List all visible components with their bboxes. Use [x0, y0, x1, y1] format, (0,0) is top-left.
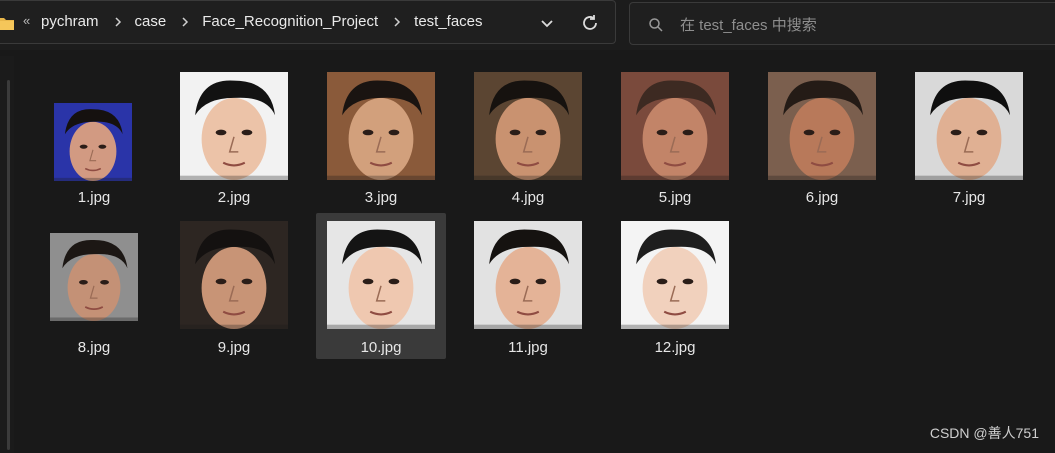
face-photo [50, 233, 138, 321]
file-explorer-window: « pychram case Face_Recognition_Project tes… [0, 0, 1055, 453]
breadcrumb: pychram case Face_Recognition_Project test_… [41, 13, 483, 30]
file-name-label: 11.jpg [508, 339, 548, 356]
chevron-right-icon[interactable] [392, 16, 402, 27]
file-grid: 1.jpg 2.jpg 3.jpg 4.jpg 5.jpg 6.jpg 7.jpg 8.jpg… [16, 56, 1055, 453]
address-bar[interactable]: « pychram case Face_Recognition_Project tes… [0, 0, 616, 44]
breadcrumb-item[interactable]: test_faces [414, 13, 482, 30]
face-photo [327, 221, 435, 329]
image-thumbnail [327, 72, 435, 180]
image-thumbnail [327, 221, 435, 329]
file-tile[interactable]: 3.jpg [316, 64, 446, 210]
file-name-label: 2.jpg [217, 189, 251, 206]
face-photo [915, 72, 1023, 180]
face-photo [621, 221, 729, 329]
file-tile[interactable]: 9.jpg [169, 213, 299, 359]
image-thumbnail [915, 72, 1023, 180]
image-thumbnail [50, 233, 138, 321]
image-thumbnail [621, 72, 729, 180]
face-photo [180, 221, 288, 329]
image-thumbnail [474, 221, 582, 329]
breadcrumb-item[interactable]: pychram [41, 13, 99, 30]
breadcrumb-item[interactable]: Face_Recognition_Project [202, 13, 378, 30]
address-dropdown-button[interactable] [537, 13, 557, 33]
image-thumbnail [54, 103, 132, 181]
file-name-label: 4.jpg [511, 189, 545, 206]
image-thumbnail [768, 72, 876, 180]
face-photo [474, 221, 582, 329]
file-name-label: 9.jpg [217, 339, 251, 356]
image-thumbnail [474, 72, 582, 180]
refresh-icon[interactable] [579, 12, 601, 34]
folder-icon [0, 18, 14, 30]
face-photo [474, 72, 582, 180]
navigation-scrollbar[interactable] [7, 80, 10, 450]
chevron-right-icon[interactable] [180, 16, 190, 27]
search-box[interactable] [629, 2, 1055, 45]
search-icon [649, 18, 663, 32]
search-input[interactable] [678, 12, 1042, 38]
face-photo [54, 103, 132, 181]
file-name-label: 7.jpg [952, 189, 986, 206]
image-thumbnail [180, 72, 288, 180]
file-tile[interactable]: 12.jpg [610, 213, 740, 359]
file-tile[interactable]: 1.jpg [29, 64, 159, 210]
file-tile[interactable]: 10.jpg [316, 213, 446, 359]
watermark: CSDN @善人751 [929, 425, 1039, 441]
file-tile[interactable]: 8.jpg [29, 213, 159, 359]
file-name-label: 6.jpg [805, 189, 839, 206]
file-name-label: 5.jpg [658, 189, 692, 206]
file-tile[interactable]: 7.jpg [904, 64, 1034, 210]
image-thumbnail [621, 221, 729, 329]
file-tile[interactable]: 2.jpg [169, 64, 299, 210]
face-photo [180, 72, 288, 180]
file-name-label: 3.jpg [364, 189, 398, 206]
breadcrumb-item[interactable]: case [135, 13, 167, 30]
file-name-label: 1.jpg [77, 189, 111, 206]
breadcrumb-overflow[interactable]: « [23, 13, 30, 28]
face-photo [621, 72, 729, 180]
file-name-label: 10.jpg [360, 339, 402, 356]
file-tile[interactable]: 6.jpg [757, 64, 887, 210]
chevron-right-icon[interactable] [113, 16, 123, 27]
toolbar: « pychram case Face_Recognition_Project tes… [0, 0, 1055, 50]
face-photo [768, 72, 876, 180]
file-tile[interactable]: 4.jpg [463, 64, 593, 210]
file-name-label: 12.jpg [654, 339, 696, 356]
file-name-label: 8.jpg [77, 339, 111, 356]
file-tile[interactable]: 11.jpg [463, 213, 593, 359]
face-photo [327, 72, 435, 180]
file-tile[interactable]: 5.jpg [610, 64, 740, 210]
image-thumbnail [180, 221, 288, 329]
